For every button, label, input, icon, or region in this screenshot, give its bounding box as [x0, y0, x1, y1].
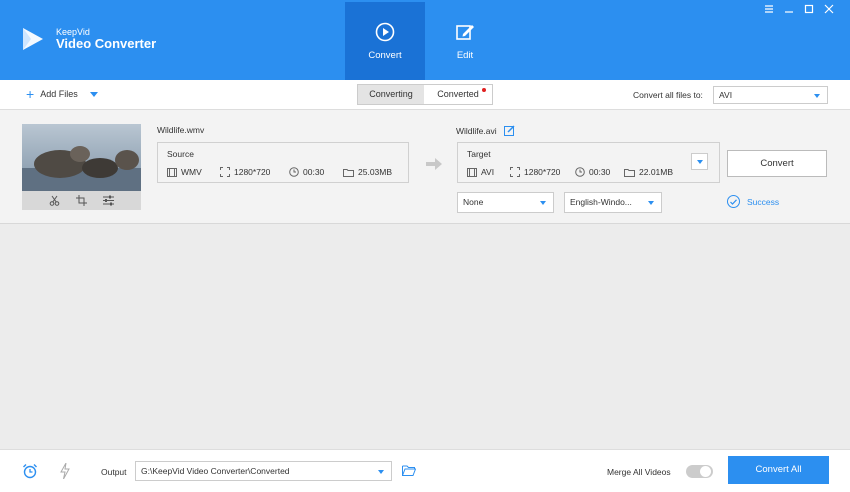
target-resolution: 1280*720 [510, 167, 560, 177]
resolution-icon [510, 167, 520, 177]
open-folder-icon[interactable] [402, 465, 416, 476]
merge-all-videos-label: Merge All Videos [607, 467, 671, 477]
convert-all-files-label: Convert all files to: [633, 90, 703, 100]
conversion-status-tabs: Converting Converted [357, 84, 493, 105]
target-file-name-value: Wildlife.avi [456, 125, 497, 136]
app-header: KeepVid Video Converter Convert Edit [0, 0, 850, 80]
target-size: 22.01MB [624, 167, 673, 177]
tab-converted[interactable]: Converted [424, 85, 492, 104]
arrow-right-icon [426, 158, 442, 170]
target-format-value: AVI [481, 167, 495, 177]
minimize-icon[interactable] [784, 4, 794, 14]
thumbnail-image [22, 124, 141, 191]
tab-converted-label: Converted [437, 89, 479, 99]
target-size-value: 22.01MB [639, 167, 674, 177]
tab-convert-label: Convert [368, 50, 402, 61]
tab-convert[interactable]: Convert [345, 2, 425, 80]
brand-title: Video Converter [56, 36, 157, 51]
footer-bar [0, 449, 850, 492]
tab-edit-label: Edit [456, 50, 474, 61]
source-format: WMV [167, 167, 202, 177]
film-icon [467, 167, 477, 177]
source-size: 25.03MB [343, 167, 392, 177]
chevron-down-icon [648, 201, 654, 205]
target-title: Target [467, 149, 491, 159]
check-circle-icon [727, 195, 740, 208]
folder-icon [343, 168, 354, 177]
convert-all-format-select[interactable]: AVI [713, 86, 828, 104]
menu-icon[interactable] [764, 4, 774, 14]
logo-play-icon [23, 28, 43, 50]
resolution-icon [220, 167, 230, 177]
adjust-icon[interactable] [103, 195, 114, 206]
convert-all-button[interactable]: Convert All [728, 456, 829, 484]
convert-icon [375, 22, 395, 42]
notification-dot [482, 88, 486, 92]
toggle-knob [700, 466, 711, 477]
alarm-clock-icon[interactable] [22, 463, 38, 479]
chevron-down-icon [540, 201, 546, 205]
status-success: Success [727, 195, 779, 208]
chevron-down-icon [378, 470, 384, 474]
app-logo: KeepVid Video Converter [20, 26, 156, 52]
chevron-down-icon [814, 94, 820, 98]
source-info-box: Source WMV 1280*720 00:30 25.03MB [157, 142, 409, 183]
merge-toggle[interactable] [686, 465, 713, 478]
add-files-button[interactable]: + Add Files [26, 86, 98, 102]
film-icon [167, 167, 177, 177]
plus-icon: + [26, 86, 35, 102]
source-size-value: 25.03MB [358, 167, 393, 177]
target-duration-value: 00:30 [589, 167, 611, 177]
clock-icon [289, 167, 299, 177]
source-duration: 00:30 [289, 167, 324, 177]
output-path-select[interactable]: G:\KeepVid Video Converter\Converted [135, 461, 392, 481]
target-format: AVI [467, 167, 494, 177]
window-controls [764, 4, 834, 14]
source-file-name: Wildlife.wmv [157, 125, 205, 135]
target-format-dropdown-button[interactable] [691, 153, 708, 170]
clock-icon [575, 167, 585, 177]
source-resolution: 1280*720 [220, 167, 270, 177]
audio-track-select[interactable]: English-Windo... [564, 192, 662, 213]
add-files-label: Add Files [40, 89, 78, 99]
target-file-name: Wildlife.avi [456, 125, 515, 136]
subtitle-select[interactable]: None [457, 192, 554, 213]
audio-track-select-value: English-Windo... [570, 197, 632, 207]
source-format-value: WMV [181, 167, 202, 177]
target-resolution-value: 1280*720 [524, 167, 561, 177]
target-duration: 00:30 [575, 167, 610, 177]
edit-name-icon[interactable] [503, 125, 515, 136]
chevron-down-icon [697, 160, 703, 164]
convert-all-format-value: AVI [719, 90, 733, 100]
crop-icon[interactable] [76, 195, 87, 206]
maximize-icon[interactable] [804, 4, 814, 14]
convert-button[interactable]: Convert [727, 150, 827, 177]
source-duration-value: 00:30 [303, 167, 325, 177]
status-text: Success [747, 196, 780, 207]
tab-converting[interactable]: Converting [358, 85, 424, 104]
edit-icon [456, 25, 474, 40]
video-thumbnail[interactable] [22, 124, 141, 191]
output-label: Output [101, 467, 127, 477]
scissors-icon[interactable] [49, 195, 60, 206]
chevron-down-icon[interactable] [89, 91, 98, 97]
tab-edit[interactable]: Edit [425, 2, 505, 80]
target-info-box: Target AVI 1280*720 00:30 22.01MB [457, 142, 720, 183]
thumbnail-tools [22, 191, 141, 210]
subtitle-select-value: None [463, 197, 484, 207]
source-title: Source [167, 149, 194, 159]
lightning-icon[interactable] [60, 463, 70, 479]
folder-icon [624, 168, 635, 177]
source-resolution-value: 1280*720 [234, 167, 271, 177]
close-icon[interactable] [824, 4, 834, 14]
output-path-value: G:\KeepVid Video Converter\Converted [141, 466, 290, 476]
